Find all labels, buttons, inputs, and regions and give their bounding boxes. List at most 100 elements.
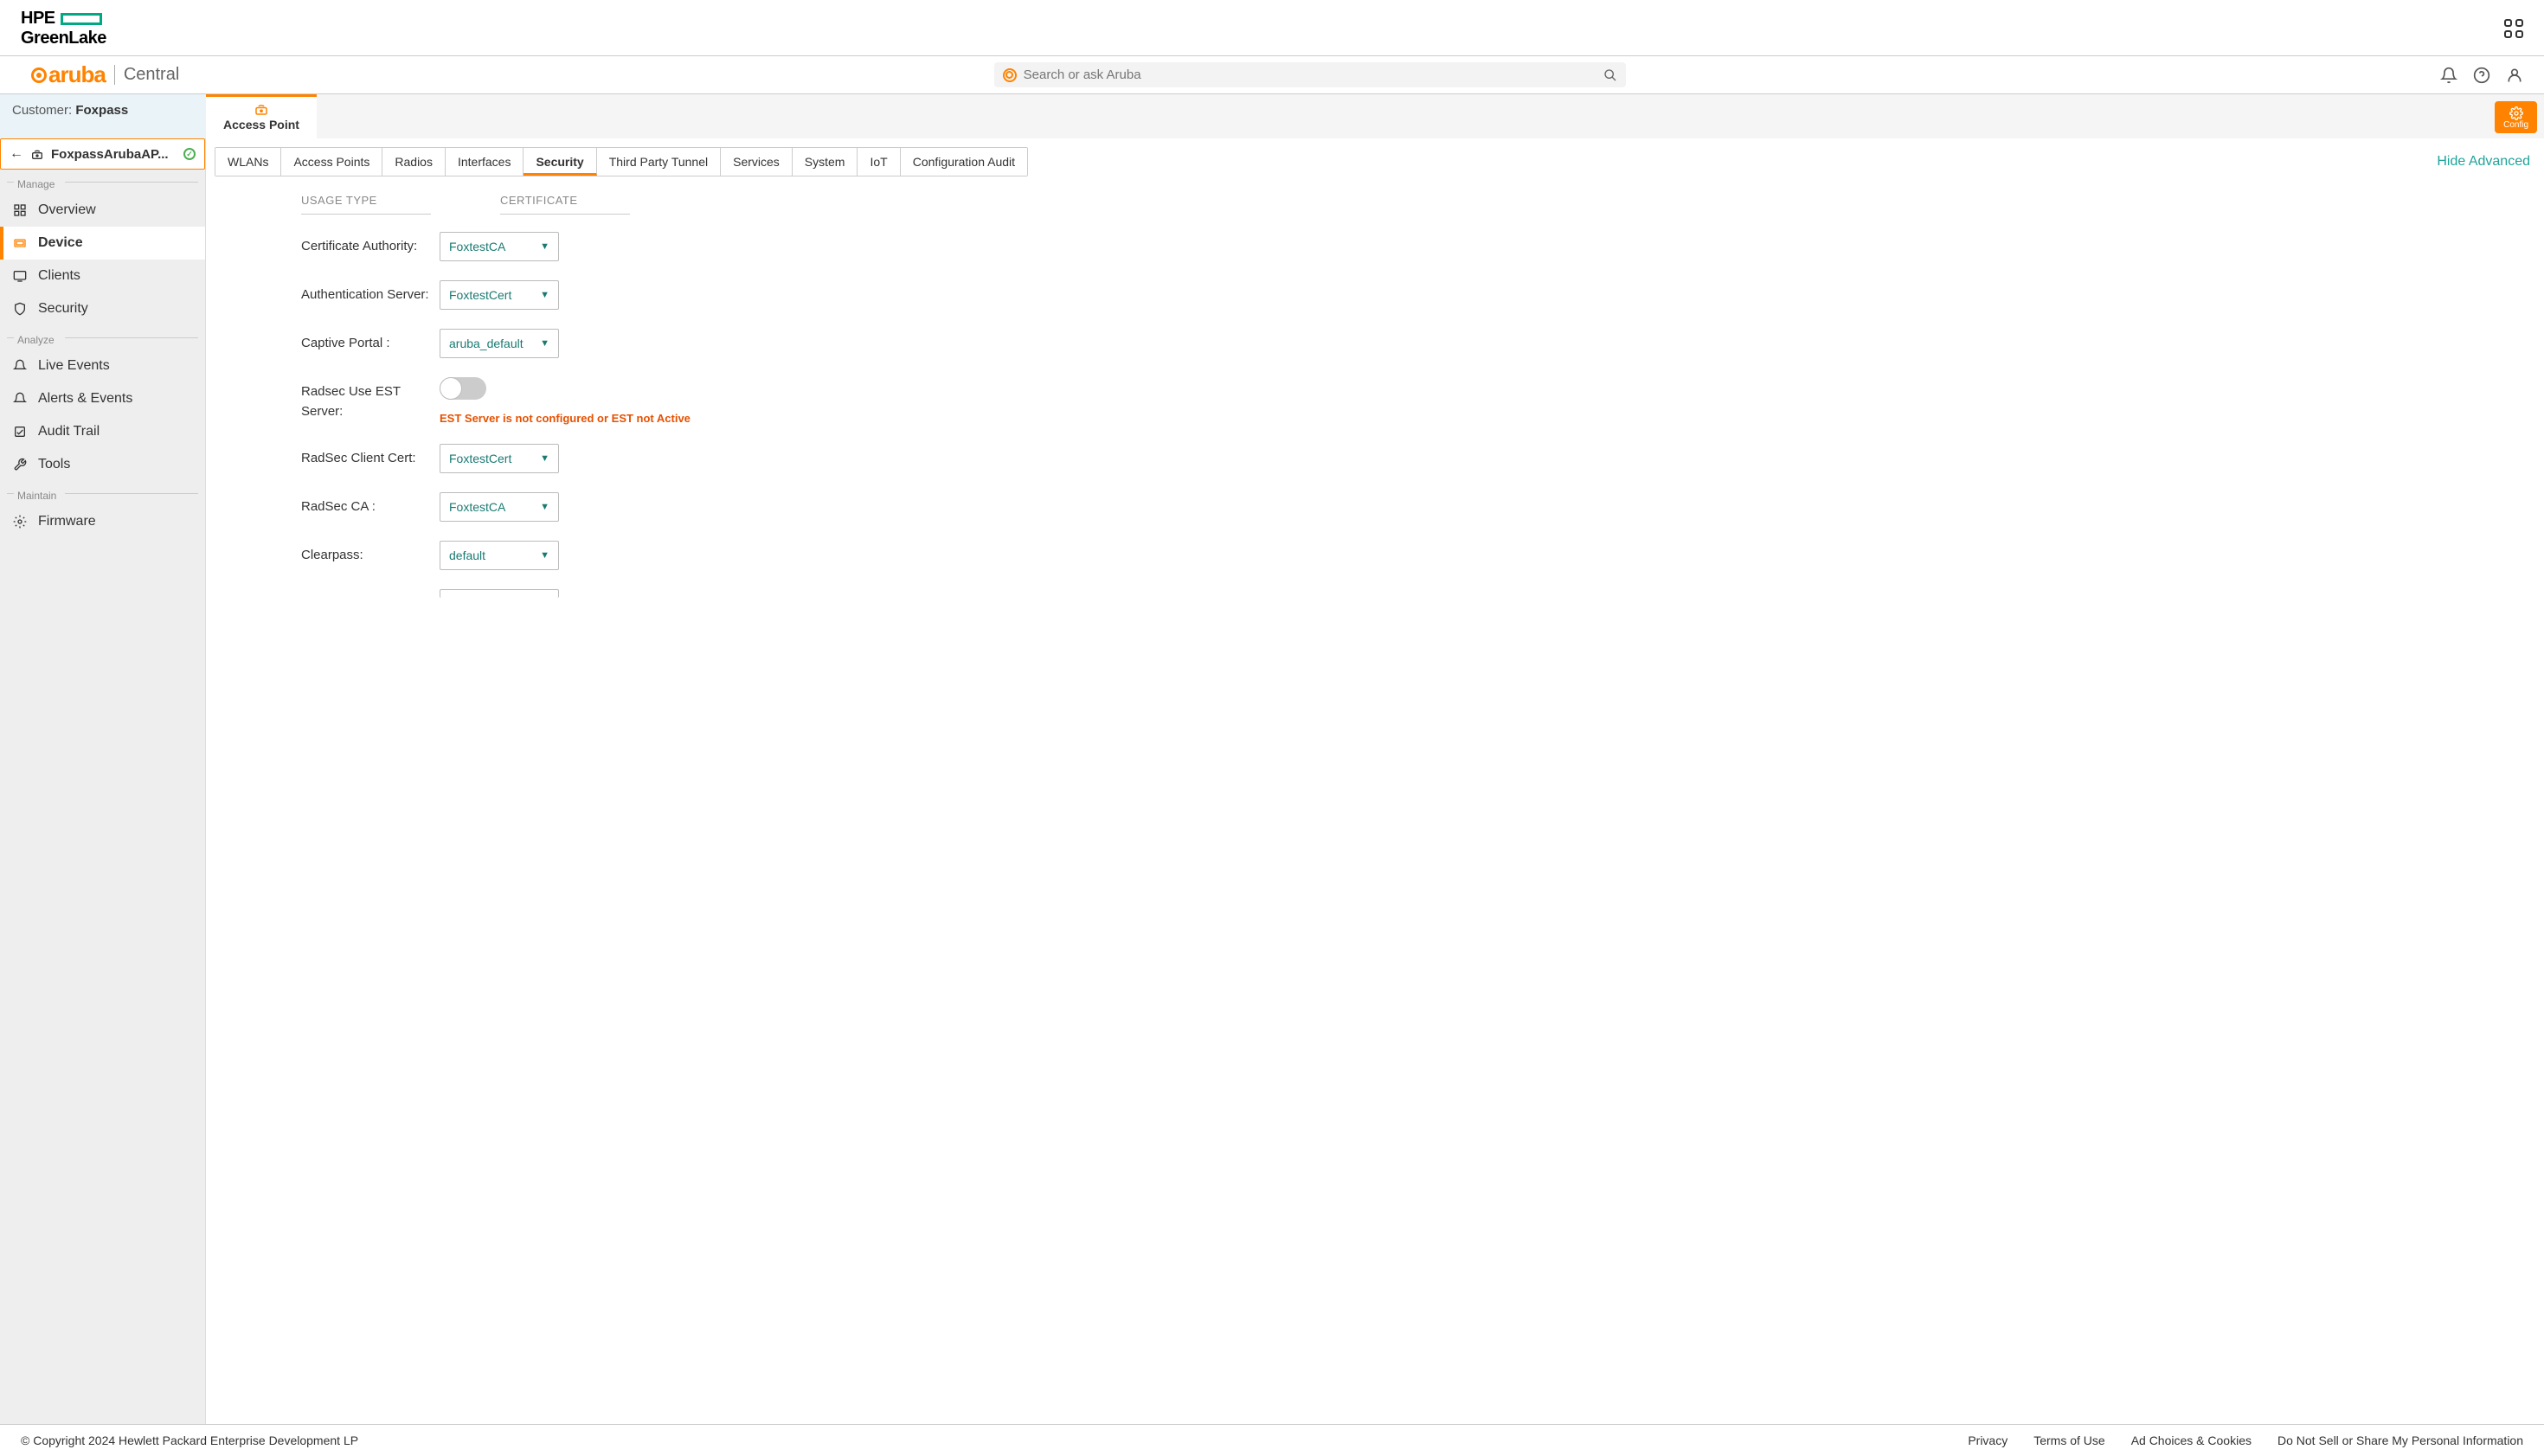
- select-value: aruba_default: [449, 337, 524, 350]
- sidebar-item-security[interactable]: Security: [0, 292, 205, 325]
- tab-system[interactable]: System: [793, 148, 858, 176]
- footer-link-ads[interactable]: Ad Choices & Cookies: [2131, 1434, 2252, 1447]
- access-point-tab[interactable]: Access Point: [206, 94, 317, 138]
- label-certificate-authority: Certificate Authority:: [301, 232, 440, 257]
- footer-link-privacy[interactable]: Privacy: [1968, 1434, 2008, 1447]
- section-analyze: Analyze: [0, 325, 205, 350]
- aruba-text: aruba: [48, 61, 106, 88]
- chevron-down-icon: ▼: [540, 290, 549, 300]
- chevron-down-icon: ▼: [540, 502, 549, 512]
- label-radsec-ca: RadSec CA :: [301, 492, 440, 517]
- config-label: Config: [2503, 120, 2528, 130]
- sidebar-item-label: Audit Trail: [38, 424, 100, 439]
- bell-icon: [12, 392, 28, 406]
- context-row: Customer: Foxpass Access Point Config: [0, 94, 2544, 138]
- hpe-logo[interactable]: HPE GreenLake: [21, 9, 106, 48]
- select-authentication-server[interactable]: FoxtestCert ▼: [440, 280, 559, 310]
- tab-services[interactable]: Services: [721, 148, 793, 176]
- user-icon[interactable]: [2506, 67, 2523, 84]
- config-button[interactable]: Config: [2495, 101, 2537, 133]
- section-maintain: Maintain: [0, 481, 205, 505]
- status-ok-icon: ✓: [183, 148, 196, 160]
- footer: © Copyright 2024 Hewlett Packard Enterpr…: [0, 1424, 2544, 1456]
- label-radsec-est: Radsec Use EST Server:: [301, 377, 440, 421]
- aruba-bar: aruba Central: [0, 56, 2544, 94]
- sidebar-item-label: Clients: [38, 268, 80, 284]
- select-value: FoxtestCert: [449, 288, 511, 302]
- sidebar-item-overview[interactable]: Overview: [0, 194, 205, 227]
- tab-interfaces[interactable]: Interfaces: [446, 148, 524, 176]
- est-warning-text: EST Server is not configured or EST not …: [440, 412, 691, 425]
- help-icon[interactable]: [2473, 67, 2490, 84]
- clients-icon: [12, 269, 28, 283]
- sidebar-item-label: Tools: [38, 457, 70, 472]
- chevron-down-icon: ▼: [540, 241, 549, 252]
- sidebar-item-firmware[interactable]: Firmware: [0, 505, 205, 538]
- search-logo-icon: [1003, 68, 1017, 82]
- tab-configuration-audit[interactable]: Configuration Audit: [901, 148, 1027, 176]
- wrench-icon: [12, 458, 28, 471]
- sidebar-item-alerts[interactable]: Alerts & Events: [0, 382, 205, 415]
- label-captive-portal: Captive Portal :: [301, 329, 440, 354]
- sidebar-item-label: Device: [38, 235, 83, 251]
- customer-box[interactable]: Customer: Foxpass: [0, 94, 206, 138]
- toggle-radsec-est[interactable]: [440, 377, 486, 400]
- sidebar-item-clients[interactable]: Clients: [0, 260, 205, 292]
- sidebar-item-device[interactable]: Device: [0, 227, 205, 260]
- sidebar: ← FoxpassArubaAP... ✓ Manage Overview De…: [0, 138, 206, 1424]
- hpe-text: HPE: [21, 9, 55, 29]
- hide-advanced-link[interactable]: Hide Advanced: [2437, 154, 2535, 170]
- search-icon[interactable]: [1603, 68, 1617, 82]
- sidebar-item-tools[interactable]: Tools: [0, 448, 205, 481]
- copyright-text: © Copyright 2024 Hewlett Packard Enterpr…: [21, 1434, 358, 1447]
- select-certificate-authority[interactable]: FoxtestCA ▼: [440, 232, 559, 261]
- customer-label: Customer:: [12, 103, 75, 118]
- col-header-certificate: CERTIFICATE: [500, 194, 630, 215]
- col-header-usage: USAGE TYPE: [301, 194, 431, 215]
- tab-wlans[interactable]: WLANs: [215, 148, 281, 176]
- sidebar-item-label: Alerts & Events: [38, 391, 132, 407]
- footer-link-terms[interactable]: Terms of Use: [2033, 1434, 2104, 1447]
- back-arrow-icon[interactable]: ←: [10, 146, 23, 162]
- content-area: WLANs Access Points Radios Interfaces Se…: [206, 138, 2544, 1424]
- sidebar-item-label: Firmware: [38, 514, 96, 529]
- hpe-box-icon: [61, 13, 102, 25]
- hpe-top-bar: HPE GreenLake: [0, 0, 2544, 56]
- search-box[interactable]: [994, 62, 1626, 87]
- access-point-label: Access Point: [206, 118, 317, 131]
- tab-third-party-tunnel[interactable]: Third Party Tunnel: [597, 148, 721, 176]
- gear-icon: [2503, 106, 2528, 120]
- shield-icon: [12, 302, 28, 316]
- sidebar-item-label: Live Events: [38, 358, 110, 374]
- context-chip[interactable]: ← FoxpassArubaAP... ✓: [0, 138, 205, 170]
- notifications-icon[interactable]: [2440, 67, 2457, 84]
- central-label: Central: [114, 65, 179, 85]
- select-radsec-ca[interactable]: FoxtestCA ▼: [440, 492, 559, 522]
- apps-grid-icon[interactable]: [2504, 19, 2523, 38]
- sidebar-item-label: Security: [38, 301, 88, 317]
- gear-icon: [12, 515, 28, 529]
- section-manage: Manage: [0, 170, 205, 194]
- search-input[interactable]: [1024, 67, 1596, 82]
- context-name: FoxpassArubaAP...: [51, 147, 169, 162]
- overview-icon: [12, 203, 28, 217]
- select-captive-portal[interactable]: aruba_default ▼: [440, 329, 559, 358]
- config-tabs: WLANs Access Points Radios Interfaces Se…: [215, 147, 1028, 176]
- label-clearpass: Clearpass:: [301, 541, 440, 566]
- tab-access-points[interactable]: Access Points: [281, 148, 382, 176]
- sidebar-item-audit[interactable]: Audit Trail: [0, 415, 205, 448]
- chevron-down-icon: ▼: [540, 453, 549, 464]
- tab-radios[interactable]: Radios: [382, 148, 446, 176]
- sidebar-item-live-events[interactable]: Live Events: [0, 350, 205, 382]
- device-type-icon: [30, 148, 44, 160]
- select-clearpass[interactable]: default ▼: [440, 541, 559, 570]
- select-value: default: [449, 548, 485, 562]
- label-next: [301, 589, 440, 594]
- aruba-logo[interactable]: aruba: [31, 61, 106, 88]
- select-partial[interactable]: [440, 589, 559, 598]
- select-radsec-client-cert[interactable]: FoxtestCert ▼: [440, 444, 559, 473]
- tab-security[interactable]: Security: [524, 148, 596, 176]
- aruba-dot-icon: [31, 67, 47, 83]
- footer-link-donotsell[interactable]: Do Not Sell or Share My Personal Informa…: [2277, 1434, 2523, 1447]
- tab-iot[interactable]: IoT: [858, 148, 900, 176]
